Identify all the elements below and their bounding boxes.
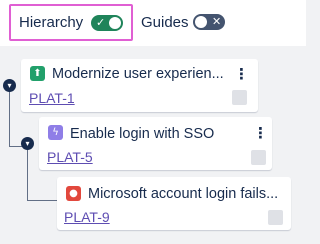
issue-checkbox[interactable] xyxy=(232,90,247,105)
issue-summary: Microsoft account login fails... xyxy=(88,186,279,202)
issue-key-link[interactable]: PLAT-9 xyxy=(64,209,110,226)
issue-card[interactable]: ⬆ Modernize user experien... ⋮ PLAT-1 xyxy=(21,59,258,112)
toggle-knob xyxy=(109,17,121,29)
hierarchy-toggle[interactable]: ✓ xyxy=(91,15,123,31)
tree-connector xyxy=(27,149,28,201)
close-icon: ✕ xyxy=(212,15,222,28)
guides-toggle[interactable]: ✕ xyxy=(193,14,225,30)
hierarchy-toggle-group: Hierarchy ✓ xyxy=(9,4,133,41)
toolbar: Hierarchy ✓ Guides ✕ xyxy=(0,0,306,46)
more-actions-icon[interactable]: ⋮ xyxy=(234,66,249,82)
issue-key-link[interactable]: PLAT-1 xyxy=(29,90,75,107)
guides-label: Guides xyxy=(141,14,189,31)
toggle-knob xyxy=(195,16,207,28)
check-icon: ✓ xyxy=(96,16,106,29)
bug-dot-icon: ● xyxy=(66,186,81,201)
epic-lightning-icon: ϟ xyxy=(48,125,63,140)
issue-card[interactable]: ϟ Enable login with SSO ⋮ PLAT-5 xyxy=(39,117,272,170)
issue-key-link[interactable]: PLAT-5 xyxy=(47,149,93,166)
issue-summary: Enable login with SSO xyxy=(70,126,215,142)
issue-checkbox[interactable] xyxy=(268,210,283,225)
story-arrow-up-icon: ⬆ xyxy=(30,66,45,81)
collapse-chevron-icon[interactable]: ▾ xyxy=(3,79,16,92)
more-actions-icon[interactable]: ⋮ xyxy=(253,125,268,141)
tree-connector xyxy=(9,91,10,147)
issue-checkbox[interactable] xyxy=(251,150,266,165)
tree-connector xyxy=(27,200,57,201)
hierarchy-label: Hierarchy xyxy=(19,14,84,31)
issue-summary: Modernize user experien... xyxy=(52,66,224,82)
collapse-chevron-icon[interactable]: ▾ xyxy=(21,137,34,150)
issue-card[interactable]: ● Microsoft account login fails... PLAT-… xyxy=(57,177,291,230)
